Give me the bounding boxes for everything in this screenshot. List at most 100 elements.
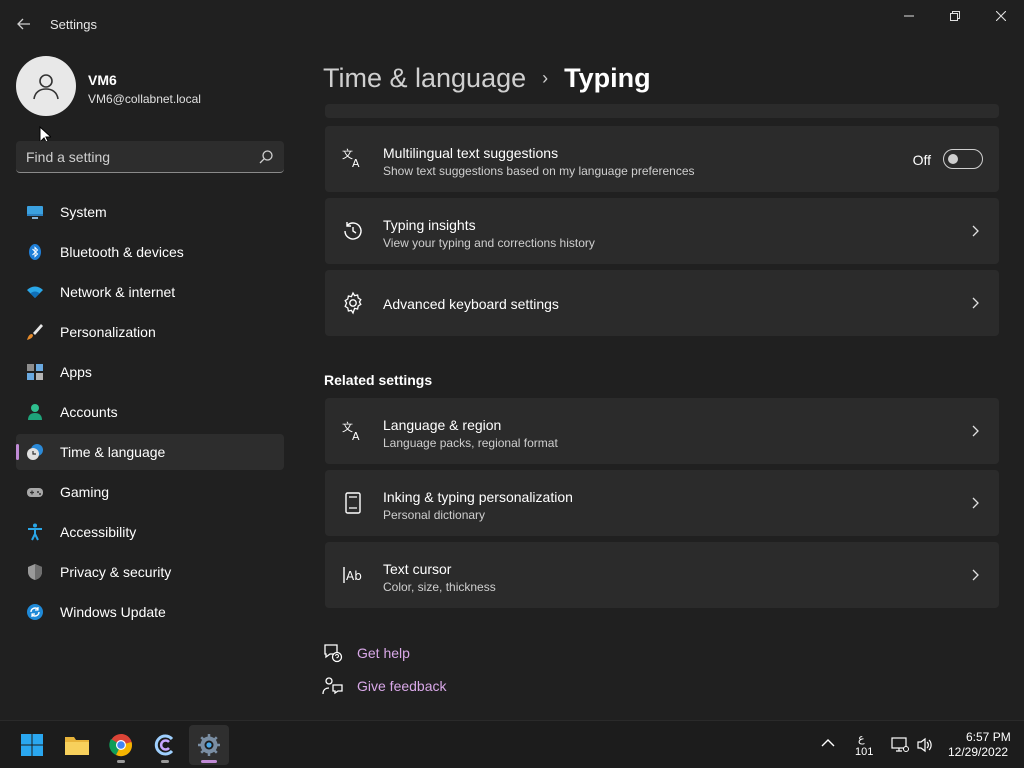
search-input[interactable] [26, 141, 246, 172]
clock-globe-icon [27, 444, 43, 460]
card-title: Multilingual text suggestions [383, 145, 559, 161]
give-feedback-link[interactable]: Give feedback [322, 676, 447, 696]
bluetooth-icon [29, 244, 41, 260]
card-subtitle: Color, size, thickness [383, 580, 496, 594]
multilingual-toggle[interactable] [943, 149, 983, 169]
sidebar-item-label: Personalization [60, 324, 156, 340]
sidebar-item-label: Gaming [60, 484, 110, 500]
chevron-right-icon [972, 569, 979, 581]
sidebar-item-personalization[interactable]: Personalization [16, 314, 284, 350]
sidebar-item-label: Apps [60, 364, 92, 380]
get-help-label: Get help [357, 645, 410, 661]
input-indicator-script[interactable]: ع [858, 732, 865, 745]
avatar [16, 56, 76, 116]
feedback-icon [322, 677, 343, 695]
clock-date[interactable]: 12/29/2022 [948, 745, 1008, 759]
shield-icon [28, 564, 42, 580]
input-indicator-layout[interactable]: 101 [855, 746, 873, 758]
minimize-button[interactable] [886, 0, 932, 32]
sidebar-item-network[interactable]: Network & internet [16, 274, 284, 310]
sidebar-item-label: System [60, 204, 107, 220]
person-icon [28, 404, 42, 420]
history-icon [344, 222, 362, 240]
taskbar-cortana[interactable] [145, 725, 185, 765]
sidebar-item-time-language[interactable]: Time & language [16, 434, 284, 470]
sidebar-item-label: Bluetooth & devices [60, 244, 184, 260]
volume-icon[interactable] [916, 737, 934, 753]
chevron-right-icon [972, 225, 979, 237]
breadcrumb-parent[interactable]: Time & language [323, 63, 526, 94]
chevron-right-icon: › [542, 67, 549, 88]
app-title: Settings [50, 17, 97, 32]
c-app-icon [154, 734, 174, 756]
accessibility-icon [28, 523, 42, 541]
multilingual-suggestions-card: 文A Multilingual text suggestions Show te… [325, 126, 999, 192]
card-subtitle: View your typing and corrections history [383, 236, 595, 250]
restore-button[interactable] [932, 0, 978, 32]
sidebar-item-privacy[interactable]: Privacy & security [16, 554, 284, 590]
windows-start-icon [21, 734, 43, 756]
card-title: Text cursor [383, 561, 452, 577]
help-chat-icon [324, 644, 343, 663]
close-icon [996, 11, 1006, 21]
gamepad-icon [27, 488, 43, 497]
chevron-up-icon[interactable] [821, 738, 835, 748]
card-subtitle: Language packs, regional format [383, 436, 558, 450]
clock-time[interactable]: 6:57 PM [966, 730, 1011, 744]
text-cursor-card[interactable]: Ab Text cursor Color, size, thickness [325, 542, 999, 608]
user-profile[interactable]: VM6 VM6@collabnet.local [16, 56, 286, 118]
person-avatar-icon [33, 74, 59, 100]
taskbar-chrome[interactable] [101, 725, 141, 765]
search-box[interactable] [16, 141, 284, 173]
folder-icon [65, 737, 89, 755]
title-bar: Settings [0, 0, 1024, 48]
sidebar-item-label: Network & internet [60, 284, 176, 300]
paintbrush-icon [27, 324, 43, 340]
sidebar-item-bluetooth[interactable]: Bluetooth & devices [16, 234, 284, 270]
settings-gear-icon [198, 734, 220, 756]
advanced-keyboard-card[interactable]: Advanced keyboard settings [325, 270, 999, 336]
close-button[interactable] [978, 0, 1024, 32]
page-title: Typing [564, 62, 651, 93]
sidebar-item-label: Accessibility [60, 524, 137, 540]
sidebar-item-windows-update[interactable]: Windows Update [16, 594, 284, 630]
taskbar: ع 101 [0, 720, 1024, 768]
typing-insights-card[interactable]: Typing insights View your typing and cor… [325, 198, 999, 264]
search-icon [259, 150, 273, 164]
toggle-state-label: Off [912, 152, 931, 168]
sidebar-item-apps[interactable]: Apps [16, 354, 284, 390]
sidebar-item-accounts[interactable]: Accounts [16, 394, 284, 430]
running-indicator [161, 760, 169, 763]
wifi-icon [27, 286, 43, 298]
taskbar-settings[interactable] [189, 725, 229, 765]
sidebar-item-label: Accounts [60, 404, 118, 420]
chevron-right-icon [972, 297, 979, 309]
taskbar-file-explorer[interactable] [57, 725, 97, 765]
restore-icon [950, 11, 960, 21]
back-arrow-icon [17, 18, 30, 30]
sidebar-item-label: Privacy & security [60, 564, 172, 580]
language-region-card[interactable]: 文A Language & region Language packs, reg… [325, 398, 999, 464]
related-settings-heading: Related settings [324, 372, 433, 388]
card-title: Language & region [383, 417, 502, 433]
svg-text:A: A [352, 430, 360, 443]
breadcrumb: Time & language › Typing [323, 58, 651, 98]
inking-typing-card[interactable]: Inking & typing personalization Personal… [325, 470, 999, 536]
language-icon: 文A [342, 147, 360, 170]
chevron-right-icon [972, 425, 979, 437]
sidebar-item-gaming[interactable]: Gaming [16, 474, 284, 510]
network-icon[interactable] [891, 737, 909, 753]
minimize-icon [904, 15, 914, 17]
sidebar-item-accessibility[interactable]: Accessibility [16, 514, 284, 550]
sidebar-nav: System Bluetooth & devices Network & int… [16, 194, 284, 634]
start-button[interactable] [12, 725, 52, 765]
apps-icon [27, 364, 43, 380]
running-indicator [117, 760, 125, 763]
card-title: Advanced keyboard settings [383, 296, 559, 312]
back-button[interactable] [10, 10, 38, 38]
get-help-link[interactable]: Get help [322, 643, 410, 663]
chevron-right-icon [972, 497, 979, 509]
card-title: Inking & typing personalization [383, 489, 573, 505]
gear-icon [344, 291, 362, 315]
sidebar-item-system[interactable]: System [16, 194, 284, 230]
